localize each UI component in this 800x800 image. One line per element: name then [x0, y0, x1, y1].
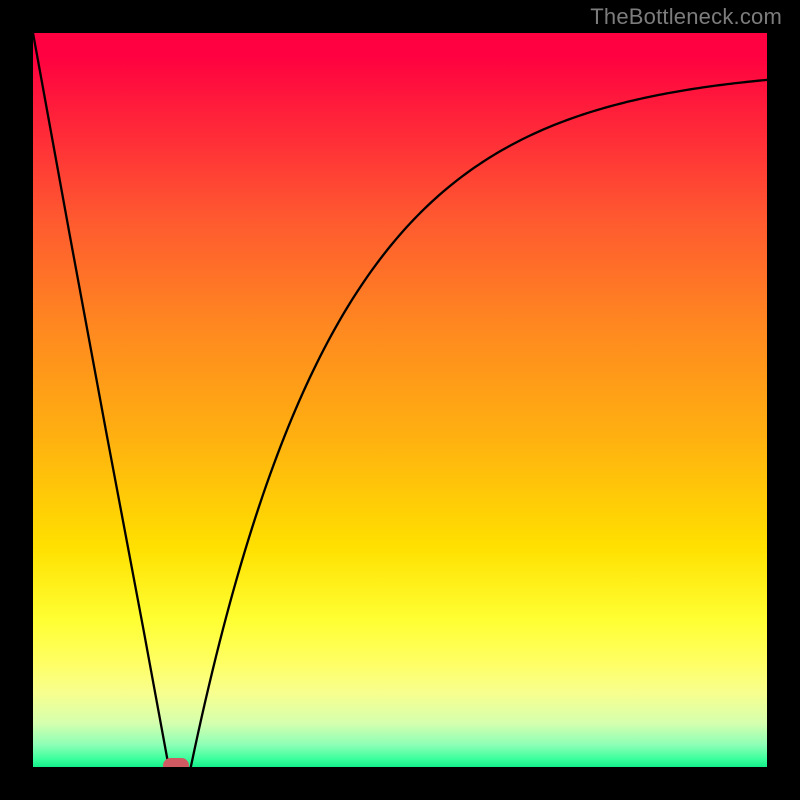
plot-area	[33, 33, 767, 767]
bottleneck-curve	[33, 33, 767, 767]
chart-frame: TheBottleneck.com	[0, 0, 800, 800]
watermark-text: TheBottleneck.com	[590, 4, 782, 30]
minimum-marker	[163, 758, 189, 767]
